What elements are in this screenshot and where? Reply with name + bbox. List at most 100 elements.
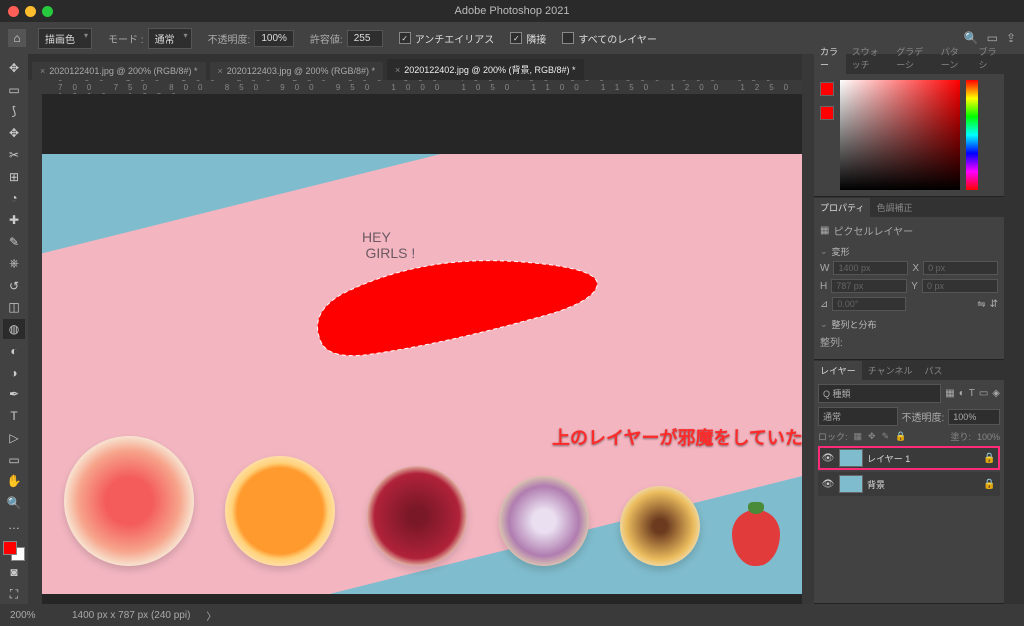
contiguous-checkbox[interactable]: ✓ [510, 32, 522, 44]
annotation-text: 上のレイヤーが邪魔をしていた [552, 424, 803, 450]
panel-strip[interactable] [802, 54, 814, 604]
fruit-strawberry [732, 510, 780, 566]
filter-adj-icon[interactable]: ◐ [959, 388, 965, 399]
filter-img-icon[interactable]: ▦ [945, 388, 954, 399]
zoom-window-icon[interactable] [42, 6, 53, 17]
tab-close-icon[interactable]: × [40, 66, 45, 76]
width-field[interactable]: 1400 px [833, 261, 908, 275]
height-field[interactable]: 787 px [831, 279, 907, 293]
tool-marquee[interactable]: ▭ [3, 80, 25, 100]
zoom-display[interactable]: 200% [10, 610, 56, 621]
tab-pattern[interactable]: パターン [935, 42, 973, 74]
tool-eyedropper[interactable]: ◔ [3, 189, 25, 209]
canvas-viewport[interactable]: HEY GIRLS ! [42, 94, 802, 604]
x-field[interactable]: 0 px [923, 261, 998, 275]
share-icon[interactable]: ⇪ [1006, 31, 1016, 45]
banana-fill [302, 244, 602, 364]
home-icon[interactable]: ⌂ [8, 29, 26, 47]
lock-icon[interactable]: 🔒 [983, 453, 997, 464]
filter-type-icon[interactable]: T [969, 388, 975, 399]
tool-eraser[interactable]: ◫ [3, 297, 25, 317]
flip-v-icon[interactable]: ⇵ [990, 299, 998, 310]
tool-pen[interactable]: ✒ [3, 384, 25, 404]
layer-thumb[interactable] [839, 475, 863, 493]
layer-thumb[interactable] [839, 449, 863, 467]
tool-move[interactable]: ✥ [3, 58, 25, 78]
lock-all-icon[interactable]: ▦ [854, 431, 863, 442]
document-tab[interactable]: ×2020122403.jpg @ 200% (RGB/8#) * [210, 62, 384, 80]
tool-history-brush[interactable]: ↺ [3, 276, 25, 296]
mode-select[interactable]: 通常 [148, 28, 192, 49]
tool-dodge[interactable]: ◑ [3, 363, 25, 383]
filter-shape-icon[interactable]: ▭ [979, 388, 988, 399]
layer-row[interactable]: 👁 レイヤー 1 🔒 [818, 446, 1000, 470]
tool-select[interactable]: ✥ [3, 123, 25, 143]
tool-hand[interactable]: ✋ [3, 472, 25, 492]
tool-lasso[interactable]: ⟆ [3, 102, 25, 122]
ruler-horizontal: 0 50 100 150 200 250 300 350 400 450 500… [28, 80, 802, 94]
foreground-preset[interactable]: 描画色 [38, 28, 92, 49]
tool-zoom[interactable]: 🔍 [3, 493, 25, 513]
quickmask-icon[interactable]: ◙ [3, 563, 25, 583]
status-arrow-icon[interactable]: 〉 [206, 608, 216, 623]
tool-more[interactable]: … [3, 515, 25, 535]
layer-kind-filter[interactable]: Q 種類 [818, 384, 941, 403]
fill-label: 塗り: [950, 430, 971, 443]
layer-row[interactable]: 👁 背景 🔒 [818, 472, 1000, 496]
tab-properties[interactable]: プロパティ [814, 198, 870, 217]
lock-pos-icon[interactable]: ✥ [868, 431, 876, 442]
minimize-window-icon[interactable] [25, 6, 36, 17]
filter-smart-icon[interactable]: ◈ [992, 388, 1000, 399]
align-section[interactable]: 整列と分布 [820, 315, 998, 334]
color-swatches[interactable] [3, 541, 25, 561]
tool-bucket[interactable]: ◍ [3, 319, 25, 339]
angle-field[interactable]: 0.00° [832, 297, 905, 311]
tool-blur[interactable]: ◐ [3, 341, 25, 361]
layer-name[interactable]: 背景 [867, 478, 979, 491]
layer-name[interactable]: レイヤー 1 [867, 452, 979, 465]
canvas[interactable]: HEY GIRLS ! [42, 154, 802, 594]
panel-bg-swatch[interactable] [820, 106, 834, 120]
visibility-icon[interactable]: 👁 [821, 479, 835, 490]
tool-crop[interactable]: ✂ [3, 145, 25, 165]
document-tab[interactable]: ×2020122401.jpg @ 200% (RGB/8#) * [32, 62, 206, 80]
antialias-checkbox[interactable]: ✓ [399, 32, 411, 44]
document-tab[interactable]: ×2020122402.jpg @ 200% (背景, RGB/8#) * [387, 59, 584, 80]
y-field[interactable]: 0 px [922, 279, 998, 293]
transform-section[interactable]: 変形 [820, 242, 998, 261]
tab-color[interactable]: カラー [814, 42, 846, 74]
close-window-icon[interactable] [8, 6, 19, 17]
tab-layers[interactable]: レイヤー [814, 361, 862, 380]
tab-swatches[interactable]: スウォッチ [846, 42, 891, 74]
tool-shape[interactable]: ▭ [3, 450, 25, 470]
all-layers-checkbox[interactable] [562, 32, 574, 44]
fill-input[interactable]: 100% [977, 432, 1000, 442]
tool-path[interactable]: ▷ [3, 428, 25, 448]
tab-close-icon[interactable]: × [218, 66, 223, 76]
tab-paths[interactable]: パス [918, 361, 948, 380]
lock-pix-icon[interactable]: ✎ [882, 431, 890, 442]
hue-slider[interactable] [966, 80, 978, 190]
flip-h-icon[interactable]: ⇋ [977, 299, 985, 310]
tab-close-icon[interactable]: × [395, 65, 400, 75]
tab-adjustments[interactable]: 色調補正 [870, 198, 918, 217]
lock-lock-icon[interactable]: 🔒 [895, 431, 906, 442]
tool-stamp[interactable]: ⎈ [3, 254, 25, 274]
tab-gradient[interactable]: グラデーシ [890, 42, 935, 74]
visibility-icon[interactable]: 👁 [821, 453, 835, 464]
tool-type[interactable]: T [3, 406, 25, 426]
blend-mode-select[interactable]: 通常 [818, 407, 898, 426]
tool-brush[interactable]: ✎ [3, 232, 25, 252]
tool-frame[interactable]: ⊞ [3, 167, 25, 187]
layer-opacity-input[interactable]: 100% [948, 409, 1000, 425]
tool-heal[interactable]: ✚ [3, 210, 25, 230]
foreground-swatch[interactable] [3, 541, 17, 555]
lock-icon[interactable]: 🔒 [983, 479, 997, 490]
color-picker[interactable] [840, 80, 960, 190]
tab-channels[interactable]: チャンネル [862, 361, 919, 380]
panel-fg-swatch[interactable] [820, 82, 834, 96]
screenmode-icon[interactable]: ⛶ [3, 584, 25, 604]
tab-brush[interactable]: ブラシ [973, 42, 1004, 74]
opacity-input[interactable]: 100% [254, 30, 294, 47]
tolerance-input[interactable]: 255 [347, 30, 383, 47]
